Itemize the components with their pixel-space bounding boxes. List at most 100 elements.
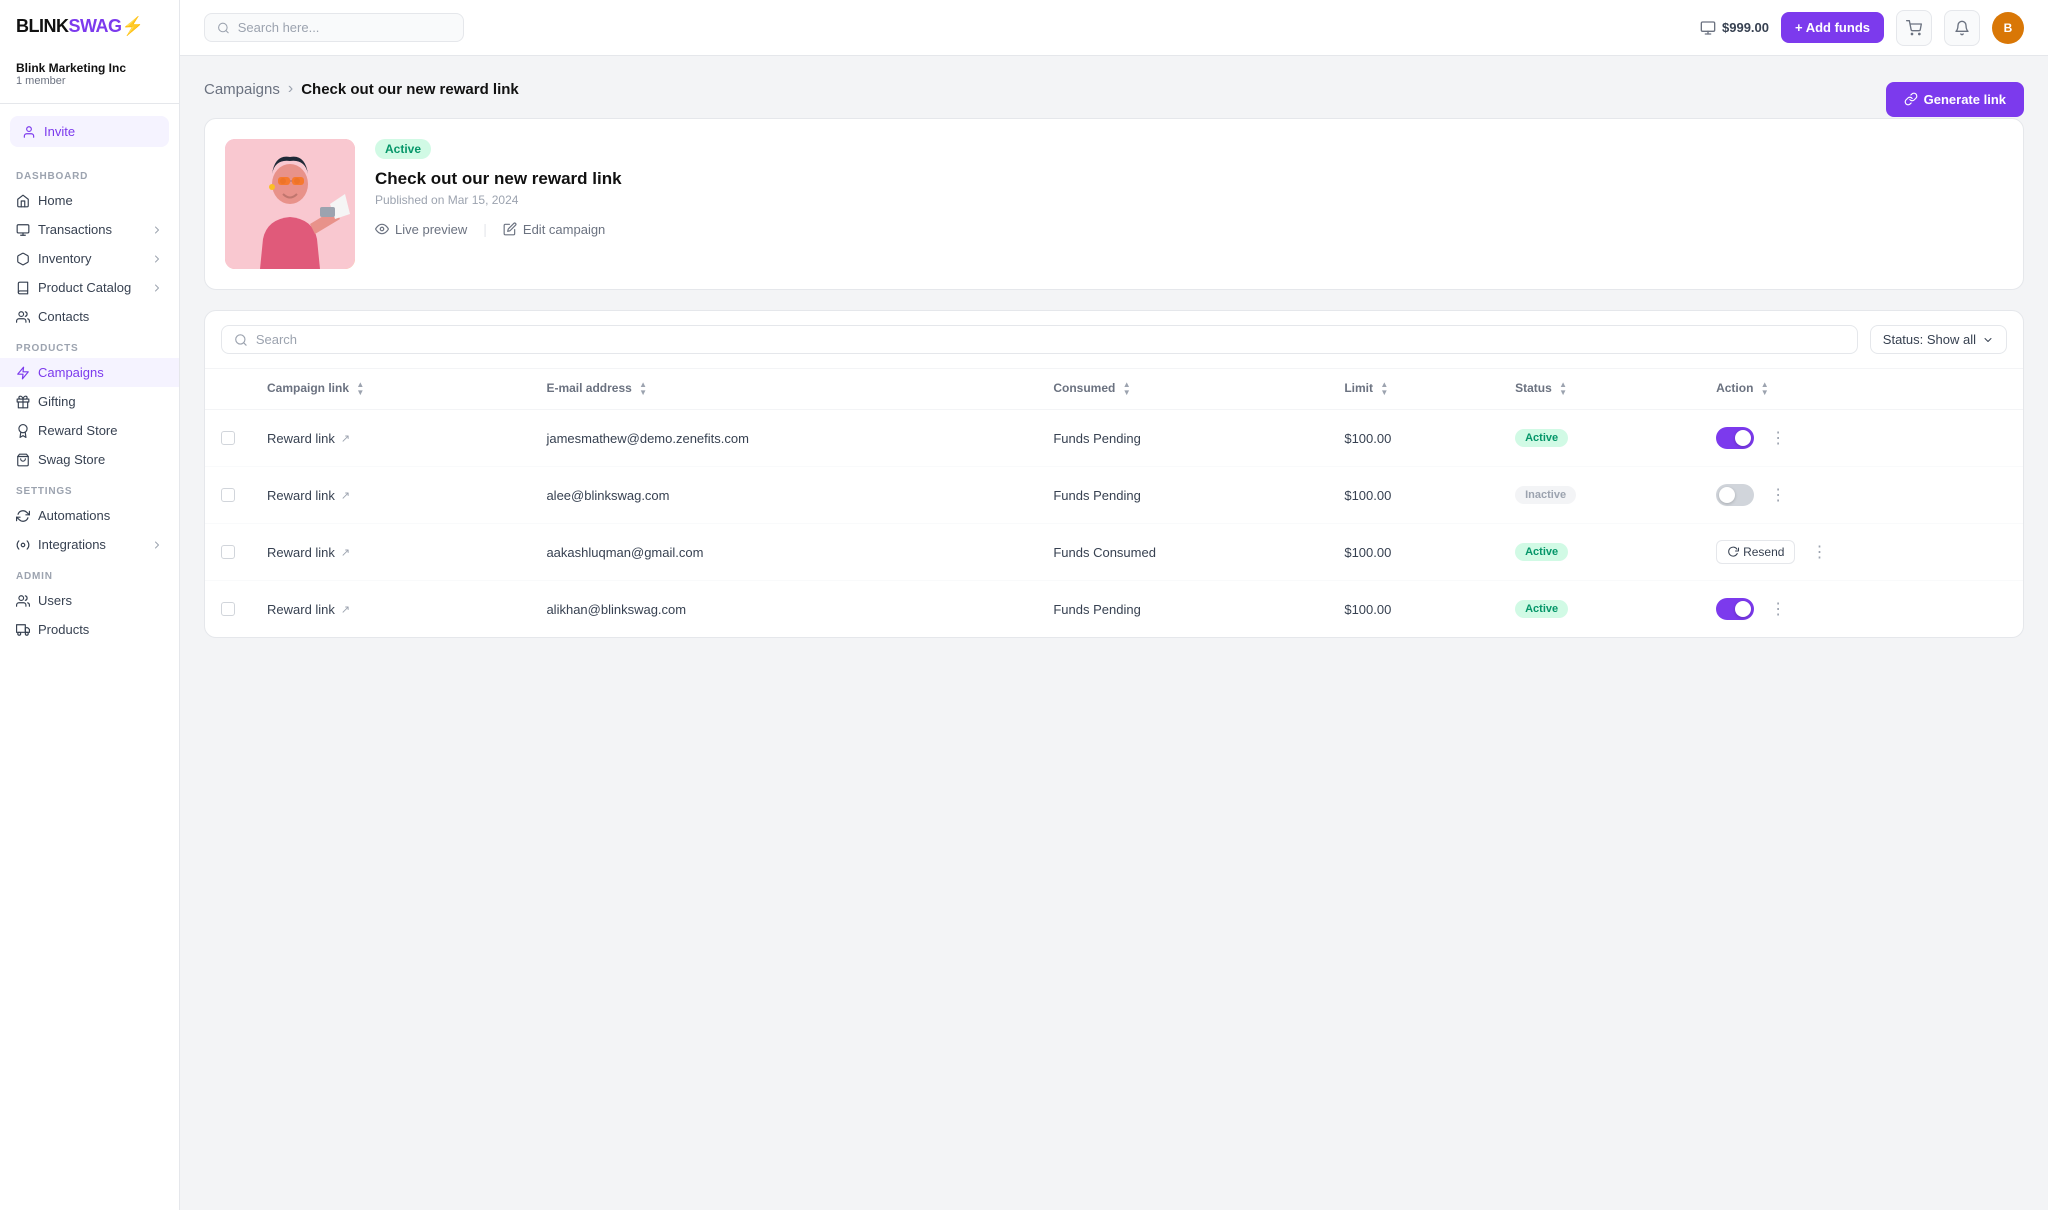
row-action: ⋮ (1700, 467, 2023, 524)
user-icon (22, 125, 36, 139)
reward-link-text[interactable]: Reward link (267, 602, 335, 617)
row-email: alikhan@blinkswag.com (530, 581, 1037, 638)
chevron-down-icon (1982, 334, 1994, 346)
th-limit[interactable]: Limit ▲▼ (1328, 369, 1499, 410)
sidebar-item-transactions[interactable]: Transactions (0, 215, 179, 244)
add-funds-button[interactable]: + Add funds (1781, 12, 1884, 43)
invite-button[interactable]: Invite (10, 116, 169, 147)
row-checkbox-cell (205, 467, 251, 524)
sidebar-item-users[interactable]: Users (0, 586, 179, 615)
table-search-input[interactable] (256, 332, 1845, 347)
row-toggle[interactable] (1716, 484, 1754, 506)
search-icon (234, 333, 248, 347)
generate-link-button[interactable]: Generate link (1886, 82, 2024, 117)
sidebar-item-home[interactable]: Home (0, 186, 179, 215)
campaign-card: Active Check out our new reward link Pub… (204, 118, 2024, 290)
products-label: Products (38, 622, 89, 637)
sidebar-item-campaigns[interactable]: Campaigns (0, 358, 179, 387)
row-checkbox-cell (205, 410, 251, 467)
swag-store-label: Swag Store (38, 452, 105, 467)
th-action[interactable]: Action ▲▼ (1700, 369, 2023, 410)
products-icon (16, 623, 30, 637)
sidebar-item-integrations[interactable]: Integrations (0, 530, 179, 559)
status-badge: Inactive (1515, 486, 1576, 504)
status-badge: Active (1515, 429, 1568, 447)
search-wrap[interactable] (204, 13, 464, 42)
row-consumed: Funds Consumed (1037, 524, 1328, 581)
table-body: Reward link ↗ jamesmathew@demo.zenefits.… (205, 410, 2023, 638)
generate-label: Generate link (1924, 92, 2006, 107)
notifications-button[interactable] (1944, 10, 1980, 46)
reward-link-text[interactable]: Reward link (267, 431, 335, 446)
transactions-icon (16, 223, 30, 237)
row-more-button[interactable]: ⋮ (1764, 481, 1792, 509)
th-email[interactable]: E-mail address ▲▼ (530, 369, 1037, 410)
row-checkbox[interactable] (221, 431, 235, 445)
cart-button[interactable] (1896, 10, 1932, 46)
row-more-button[interactable]: ⋮ (1764, 595, 1792, 623)
contacts-label: Contacts (38, 309, 89, 324)
transactions-label: Transactions (38, 222, 112, 237)
breadcrumb-separator: › (288, 80, 293, 98)
row-limit: $100.00 (1328, 581, 1499, 638)
row-more-button[interactable]: ⋮ (1764, 424, 1792, 452)
status-badge: Active (1515, 543, 1568, 561)
row-more-button[interactable]: ⋮ (1805, 538, 1833, 566)
th-campaign-link[interactable]: Campaign link ▲▼ (251, 369, 530, 410)
section-admin: ADMIN (0, 559, 179, 586)
chevron-right-icon (151, 539, 163, 551)
sidebar-item-swag-store[interactable]: Swag Store (0, 445, 179, 474)
edit-campaign-button[interactable]: Edit campaign (503, 222, 605, 237)
logo: BLINKSWAG⚡ (0, 16, 179, 53)
swag-icon (16, 453, 30, 467)
section-products: PRODUCTS (0, 331, 179, 358)
avatar[interactable]: B (1992, 12, 2024, 44)
status-filter-dropdown[interactable]: Status: Show all (1870, 325, 2007, 354)
reward-link-text[interactable]: Reward link (267, 488, 335, 503)
edit-campaign-label: Edit campaign (523, 222, 605, 237)
main-content: $999.00 + Add funds B Campaigns › Check … (180, 0, 2048, 1210)
search-input[interactable] (238, 20, 451, 35)
breadcrumb-current: Check out our new reward link (301, 81, 519, 98)
add-funds-label: + Add funds (1795, 20, 1870, 35)
sidebar-item-automations[interactable]: Automations (0, 501, 179, 530)
th-consumed[interactable]: Consumed ▲▼ (1037, 369, 1328, 410)
live-preview-button[interactable]: Live preview (375, 222, 467, 237)
table-row: Reward link ↗ aakashluqman@gmail.com Fun… (205, 524, 2023, 581)
balance-display: $999.00 (1700, 20, 1769, 36)
org-member: 1 member (16, 75, 163, 87)
row-checkbox[interactable] (221, 488, 235, 502)
breadcrumb-parent[interactable]: Campaigns (204, 81, 280, 98)
sidebar-item-gifting[interactable]: Gifting (0, 387, 179, 416)
row-consumed: Funds Pending (1037, 581, 1328, 638)
reward-link-text[interactable]: Reward link (267, 545, 335, 560)
refresh-icon (1727, 546, 1739, 558)
external-link-icon: ↗ (341, 603, 350, 616)
invite-label: Invite (44, 124, 75, 139)
campaign-title: Check out our new reward link (375, 169, 2003, 189)
sidebar-item-products[interactable]: Products (0, 615, 179, 644)
breadcrumb: Campaigns › Check out our new reward lin… (204, 80, 519, 98)
th-status[interactable]: Status ▲▼ (1499, 369, 1700, 410)
row-status: Active (1499, 410, 1700, 467)
row-checkbox[interactable] (221, 545, 235, 559)
campaigns-icon (16, 366, 30, 380)
resend-button[interactable]: Resend (1716, 540, 1795, 564)
sidebar: BLINKSWAG⚡ Blink Marketing Inc 1 member … (0, 0, 180, 1210)
sidebar-item-contacts[interactable]: Contacts (0, 302, 179, 331)
gifting-label: Gifting (38, 394, 76, 409)
logo-text: BLINKSWAG⚡ (16, 16, 143, 37)
integrations-icon (16, 538, 30, 552)
content-area: Campaigns › Check out our new reward lin… (180, 56, 2048, 1210)
sidebar-item-inventory[interactable]: Inventory (0, 244, 179, 273)
row-toggle[interactable] (1716, 598, 1754, 620)
sidebar-item-product-catalog[interactable]: Product Catalog (0, 273, 179, 302)
row-status: Active (1499, 524, 1700, 581)
sidebar-item-reward-store[interactable]: Reward Store (0, 416, 179, 445)
row-email: aakashluqman@gmail.com (530, 524, 1037, 581)
product-catalog-label: Product Catalog (38, 280, 131, 295)
table-search-wrap[interactable] (221, 325, 1858, 354)
row-toggle[interactable] (1716, 427, 1754, 449)
breadcrumb-row: Campaigns › Check out our new reward lin… (204, 80, 2024, 118)
row-checkbox[interactable] (221, 602, 235, 616)
